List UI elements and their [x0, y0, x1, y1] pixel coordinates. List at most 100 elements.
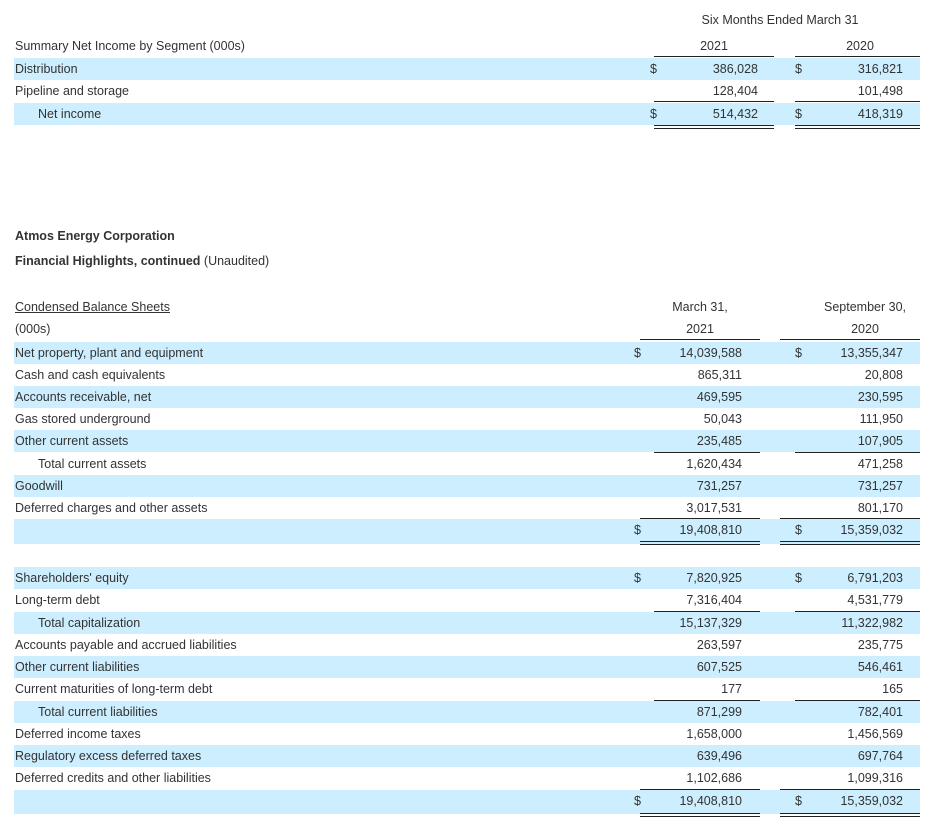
row-label: Net property, plant and equipment	[15, 346, 204, 360]
balance-sheet-units: (000s)	[15, 322, 51, 336]
value-september: 697,764	[857, 749, 903, 763]
value-september: 6,791,203	[847, 571, 903, 585]
row-label: Cash and cash equivalents	[15, 368, 166, 382]
liability-subtotal-row: Total current liabilities 871,299 782,40…	[14, 701, 920, 723]
value-september: 782,401	[857, 705, 903, 719]
liability-row: Accounts payable and accrued liabilities…	[14, 634, 920, 656]
subtitle-unaudited: (Unaudited)	[203, 254, 270, 268]
row-label: Other current assets	[15, 434, 129, 448]
value-september: 230,595	[857, 390, 903, 404]
row-label: Accounts receivable, net	[15, 390, 152, 404]
asset-row: Net property, plant and equipment $ 14,0…	[14, 342, 920, 364]
company-name: Atmos Energy Corporation	[15, 229, 175, 243]
row-label: Shareholders' equity	[15, 571, 129, 585]
value-2021: 386,028	[712, 62, 758, 76]
value-september: 801,170	[857, 501, 903, 515]
value-september: 13,355,347	[840, 346, 903, 360]
value-march: 7,316,404	[686, 593, 742, 607]
segment-table-title: Summary Net Income by Segment (000s)	[15, 39, 245, 53]
liability-row: Deferred credits and other liabilities 1…	[14, 767, 920, 789]
row-label: Deferred income taxes	[15, 727, 141, 741]
row-label: Distribution	[15, 62, 78, 76]
value-march: 7,820,925	[686, 571, 742, 585]
value-march: 1,102,686	[686, 771, 742, 785]
value-september: 111,950	[859, 412, 903, 426]
value-september: 11,322,982	[841, 616, 903, 630]
asset-row: Goodwill 731,257 731,257	[14, 475, 920, 497]
value-september: 1,099,316	[847, 771, 903, 785]
value-september: 165	[882, 682, 903, 696]
value-september: 15,359,032	[840, 794, 903, 808]
liability-row: Deferred income taxes 1,658,000 1,456,56…	[14, 723, 920, 745]
value-2020: 316,821	[857, 62, 903, 76]
value-2021: 128,404	[712, 84, 758, 98]
balance-sheet-title: Condensed Balance Sheets	[15, 300, 170, 314]
subtitle-bold: Financial Highlights, continued	[15, 254, 201, 268]
row-label: Deferred credits and other liabilities	[15, 771, 211, 785]
value-2020: 101,498	[857, 84, 903, 98]
value-march: 871,299	[696, 705, 742, 719]
liability-subtotal-row: Total capitalization 15,137,329 11,322,9…	[14, 612, 920, 634]
asset-subtotal-row: Total current assets 1,620,434 471,258	[14, 453, 920, 475]
asset-row: Gas stored underground 50,043 111,950	[14, 408, 920, 430]
value-september: 235,775	[857, 638, 903, 652]
row-label: Net income	[38, 107, 102, 121]
asset-row: Deferred charges and other assets 3,017,…	[14, 497, 920, 519]
value-march: 19,408,810	[679, 523, 742, 537]
value-march: 177	[721, 682, 742, 696]
value-march: 3,017,531	[686, 501, 742, 515]
value-march: 14,039,588	[679, 346, 742, 360]
row-label: Accounts payable and accrued liabilities	[15, 638, 237, 652]
value-september: 15,359,032	[840, 523, 903, 537]
col2-header-line2: 2020	[851, 322, 879, 336]
row-label: Current maturities of long-term debt	[15, 682, 213, 696]
value-march: 1,658,000	[686, 727, 742, 741]
liability-row: Long-term debt 7,316,404 4,531,779	[14, 589, 920, 611]
value-september: 546,461	[857, 660, 903, 674]
value-march: 469,595	[696, 390, 742, 404]
liability-row: Regulatory excess deferred taxes 639,496…	[14, 745, 920, 767]
row-label: Total current liabilities	[38, 705, 158, 719]
value-march: 15,137,329	[679, 616, 742, 630]
liability-row: Other current liabilities 607,525 546,46…	[14, 656, 920, 678]
value-march: 731,257	[696, 479, 742, 493]
value-september: 731,257	[857, 479, 903, 493]
col1-header-line2: 2021	[686, 322, 714, 336]
value-2021: 514,432	[712, 107, 758, 121]
row-label: Regulatory excess deferred taxes	[15, 749, 202, 763]
value-september: 1,456,569	[847, 727, 903, 741]
value-september: 107,905	[857, 434, 903, 448]
row-label: Gas stored underground	[15, 412, 151, 426]
value-september: 471,258	[857, 457, 903, 471]
row-label: Long-term debt	[15, 593, 100, 607]
value-march: 263,597	[696, 638, 742, 652]
row-label: Total current assets	[38, 457, 147, 471]
segment-row: Pipeline and storage 128,404 101,498	[14, 80, 920, 102]
row-label: Deferred charges and other assets	[15, 501, 208, 515]
liability-row: Current maturities of long-term debt 177…	[14, 678, 920, 700]
value-march: 50,043	[703, 412, 742, 426]
value-september: 20,808	[864, 368, 903, 382]
value-september: 4,531,779	[847, 593, 903, 607]
value-march: 607,525	[696, 660, 742, 674]
liabilities-total-row: $ 19,408,810 $ 15,359,032	[14, 790, 920, 814]
row-label: Total capitalization	[38, 616, 141, 630]
asset-row: Other current assets 235,485 107,905	[14, 430, 920, 452]
value-march: 1,620,434	[686, 457, 742, 471]
period-header: Six Months Ended March 31	[701, 13, 859, 27]
asset-row: Cash and cash equivalents 865,311 20,808	[14, 364, 920, 386]
report-subtitle: Financial Highlights, continued (Unaudit…	[15, 254, 269, 268]
row-label: Goodwill	[15, 479, 63, 493]
col2-header-line1: September 30,	[824, 300, 906, 314]
value-march: 235,485	[696, 434, 742, 448]
segment-total-row: Net income $ 514,432 $ 418,319	[14, 103, 920, 125]
value-march: 865,311	[697, 368, 742, 382]
value-2020: 418,319	[857, 107, 903, 121]
col1-header-line1: March 31,	[672, 300, 728, 314]
segment-col1-year: 2021	[700, 39, 728, 53]
row-label: Other current liabilities	[15, 660, 140, 674]
liability-row: Shareholders' equity $ 7,820,925 $ 6,791…	[14, 567, 920, 589]
value-march: 19,408,810	[679, 794, 742, 808]
segment-col2-year: 2020	[846, 39, 874, 53]
segment-row: Distribution $ 386,028 $ 316,821	[14, 58, 920, 80]
